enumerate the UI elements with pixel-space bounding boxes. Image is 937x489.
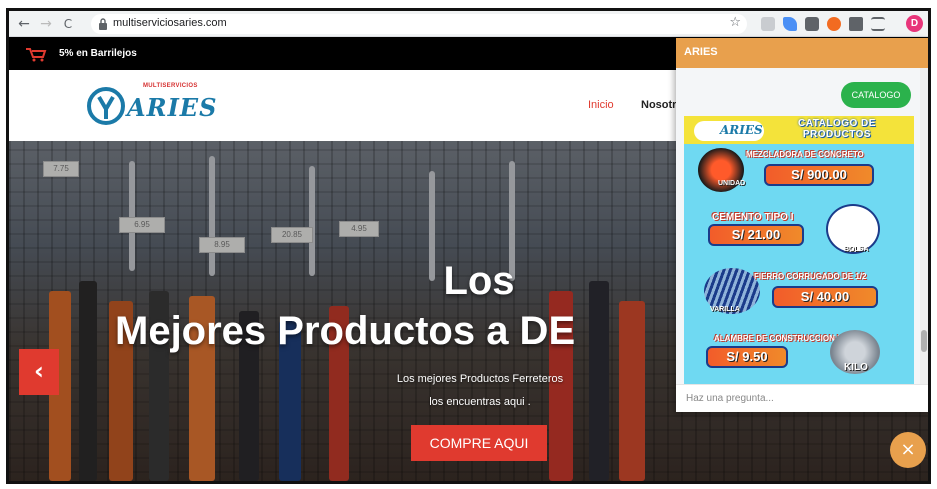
chat-close-button[interactable]: ×: [890, 432, 926, 468]
catalog-title: CATALOGO DE PRODUCTOS: [772, 118, 902, 140]
screenshot-frame: ← → C multiserviciosaries.com ☆ D 5% en …: [6, 8, 931, 484]
forward-button[interactable]: →: [37, 15, 55, 33]
bookmark-star-icon[interactable]: ☆: [729, 15, 741, 30]
browser-toolbar: ← → C multiserviciosaries.com ☆ D: [9, 11, 928, 37]
catalog-item-price: S/ 40.00: [772, 286, 878, 308]
screenshot-extension-icon[interactable]: [761, 17, 775, 31]
catalog-item-price: S/ 9.50: [706, 346, 788, 368]
reading-list-icon[interactable]: [871, 17, 885, 31]
catalog-item-name: FIERRO CORRUGADO DE 1/2: [754, 272, 867, 281]
catalog-image[interactable]: ARIES CATALOGO DE PRODUCTOS MEZCLADORA D…: [684, 116, 914, 384]
nav-item-inicio[interactable]: Inicio: [588, 99, 614, 111]
catalog-item-name: MEZCLADORA DE CONCRETO: [746, 150, 864, 159]
chat-header: ARIES: [676, 38, 928, 68]
profile-avatar[interactable]: D: [906, 15, 923, 32]
cart-icon: [26, 48, 47, 62]
reload-button[interactable]: C: [59, 15, 77, 33]
logo-title: ARIES: [127, 93, 218, 122]
extensions-puzzle-icon[interactable]: [849, 17, 863, 31]
catalog-title-line1: CATALOGO DE: [798, 118, 876, 129]
wrench-logo-icon: [87, 87, 125, 125]
lock-icon[interactable]: [97, 17, 109, 31]
catalog-item-price: S/ 900.00: [764, 164, 874, 186]
hero-title-line2: Mejores Productos a DE: [115, 309, 576, 353]
grid-extension-icon[interactable]: [805, 17, 819, 31]
catalog-item-unit: UNIDAD: [718, 180, 746, 187]
hero-subtitle-line1: Los mejores Productos Ferreteros: [396, 373, 564, 385]
catalogo-button[interactable]: CATALOGO: [841, 82, 911, 108]
catalog-item-unit: BOLSA: [844, 246, 869, 253]
orange-extension-icon[interactable]: [827, 17, 841, 31]
pen-extension-icon[interactable]: [783, 17, 797, 31]
compre-aqui-button[interactable]: COMPRE AQUI: [411, 425, 547, 461]
chat-question-input[interactable]: Haz una pregunta...: [676, 384, 928, 412]
nav-item-nosotros[interactable]: Nosotr: [641, 99, 676, 111]
catalog-logo-text: ARIES: [720, 123, 763, 137]
chat-scrollbar[interactable]: [920, 68, 928, 384]
address-bar[interactable]: multiserviciosaries.com ☆: [91, 14, 747, 34]
catalog-item-unit: KILO: [844, 362, 868, 373]
catalog-title-line2: PRODUCTOS: [802, 129, 872, 140]
site-logo[interactable]: MULTISERVICIOS ARIES: [87, 81, 217, 131]
catalog-item-price: S/ 21.00: [708, 224, 804, 246]
hero-subtitle-line2: los encuentras aqui .: [429, 396, 531, 408]
logo-subtitle: MULTISERVICIOS: [143, 83, 198, 89]
hero-title-line1: Los: [443, 259, 515, 303]
url-text: multiserviciosaries.com: [113, 17, 227, 29]
back-button[interactable]: ←: [15, 15, 33, 33]
slider-prev-button[interactable]: ‹: [19, 349, 59, 395]
catalog-header: ARIES CATALOGO DE PRODUCTOS: [684, 116, 914, 144]
promo-text: 5% en Barrilejos: [59, 48, 137, 59]
chat-title: ARIES: [684, 46, 718, 58]
catalog-item-name: CEMENTO TIPO I: [712, 212, 794, 223]
chat-widget: ARIES CATALOGO ARIES CATALOGO DE PRODUCT…: [676, 38, 928, 412]
catalog-logo: ARIES: [694, 121, 764, 141]
chat-messages: CATALOGO ARIES CATALOGO DE PRODUCTOS MEZ…: [676, 68, 928, 384]
catalog-item-unit: VARILLA: [710, 306, 740, 313]
chat-scroll-thumb[interactable]: [921, 330, 927, 352]
